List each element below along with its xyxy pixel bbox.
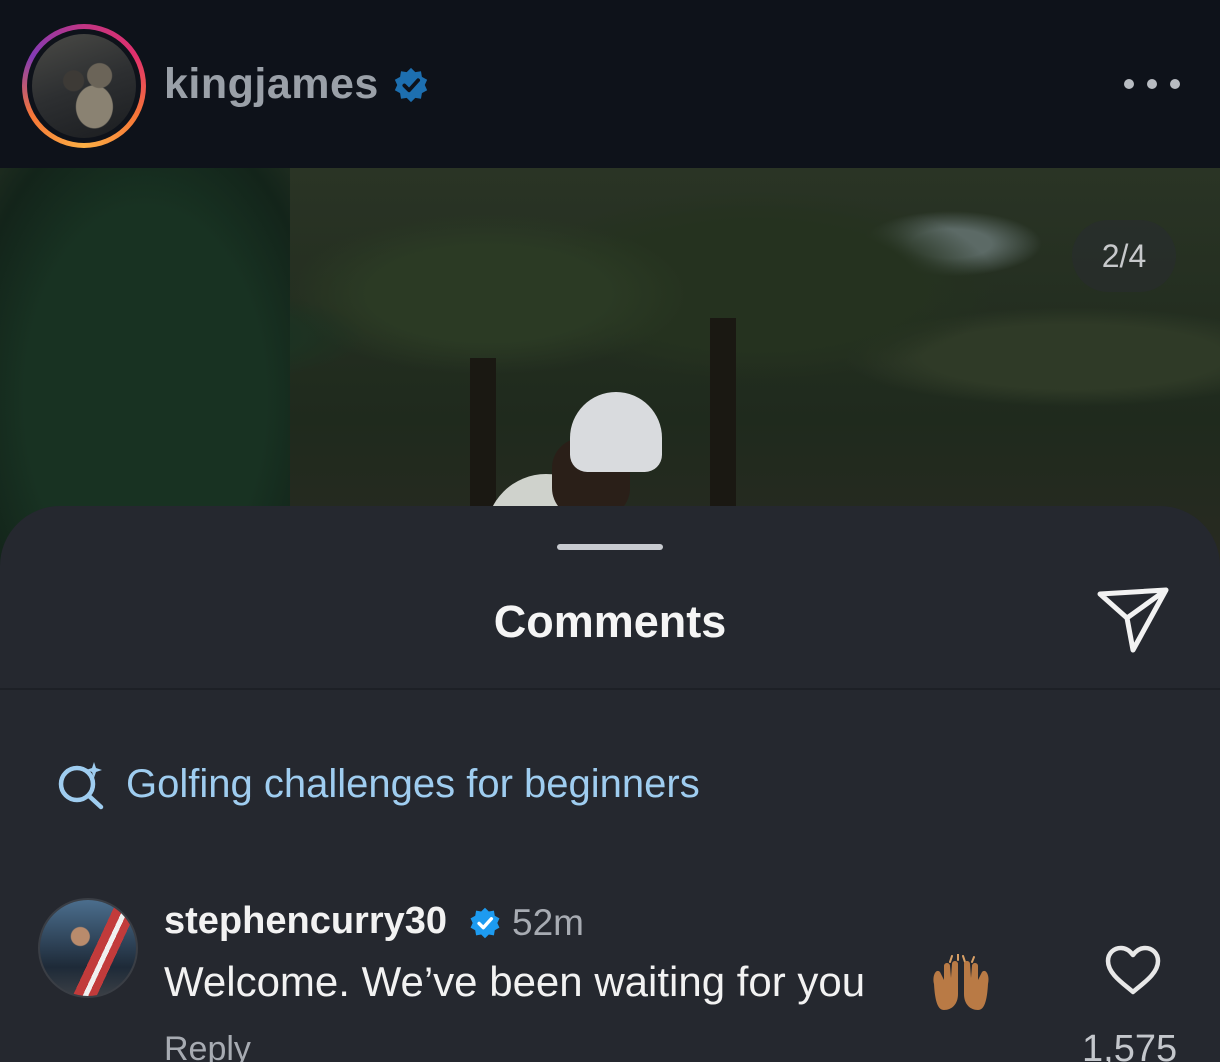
post-header: kingjames <box>0 0 1220 168</box>
commenter-username[interactable]: stephencurry30 <box>164 900 447 943</box>
comment-timestamp: 52m <box>512 902 584 943</box>
comment-like-count: 1,575 <box>1082 1028 1178 1062</box>
drag-handle[interactable] <box>557 544 663 550</box>
reply-button[interactable]: Reply <box>164 1030 251 1062</box>
author-avatar[interactable] <box>22 24 146 148</box>
author-avatar-image <box>32 34 136 138</box>
comment-text: Welcome. We’ve been waiting for you <box>164 958 866 1005</box>
sheet-title: Comments <box>493 596 727 647</box>
heart-outline-icon[interactable] <box>1104 944 1162 996</box>
search-suggestion[interactable]: Golfing challenges for beginners <box>56 756 700 812</box>
author-username[interactable]: kingjames <box>164 60 379 109</box>
search-suggestion-text: Golfing challenges for beginners <box>126 761 700 806</box>
instagram-post-view: kingjames 2/4 Comments Golfing challenge… <box>0 0 1220 1062</box>
comment-item: stephencurry30 52m Welcome. We’ve been w… <box>0 890 1220 1062</box>
verified-badge-icon <box>470 907 500 939</box>
ai-search-icon <box>58 762 104 810</box>
verified-badge-icon <box>394 67 428 103</box>
send-icon[interactable] <box>1096 586 1170 654</box>
commenter-avatar[interactable] <box>38 898 138 998</box>
carousel-counter: 2/4 <box>1072 220 1176 292</box>
raising-hands-emoji-icon <box>933 954 989 1010</box>
more-horizontal-icon[interactable] <box>1124 64 1180 104</box>
sheet-divider <box>0 688 1220 690</box>
photo-golfer-cap <box>570 392 662 472</box>
comments-sheet: Comments Golfing challenges for beginner… <box>0 506 1220 1062</box>
